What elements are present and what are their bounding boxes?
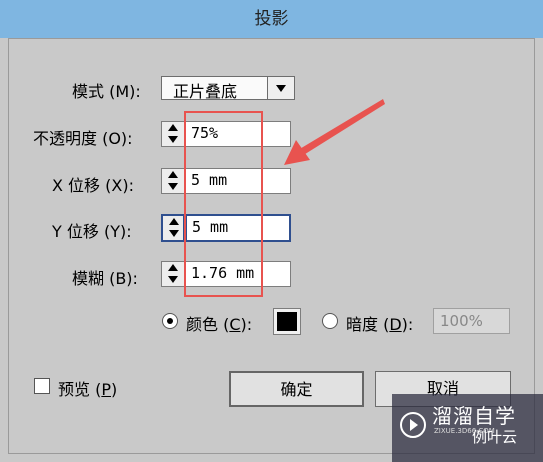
watermark-cloud-text: 例叶云 xyxy=(472,428,518,446)
preview-label: 预览 (P) xyxy=(58,380,118,399)
swatch-color xyxy=(277,312,297,331)
color-swatch[interactable] xyxy=(273,308,301,335)
color-radio[interactable] xyxy=(162,313,178,329)
darkness-input[interactable]: 100% xyxy=(433,308,510,334)
darkness-label: 暗度 (D): xyxy=(346,315,414,334)
darkness-radio[interactable] xyxy=(322,313,338,329)
ok-button[interactable]: 确定 xyxy=(229,371,364,407)
darkness-value: 100% xyxy=(440,312,483,330)
play-logo-icon xyxy=(400,412,426,438)
watermark-text: 溜溜自学 xyxy=(432,404,516,428)
watermark: 溜溜自学 ZIXUE.3D66.COM 例叶云 xyxy=(392,394,543,462)
color-label: 颜色 (C): xyxy=(186,315,253,334)
radio-selected-dot xyxy=(167,318,173,324)
preview-checkbox[interactable] xyxy=(34,378,50,394)
